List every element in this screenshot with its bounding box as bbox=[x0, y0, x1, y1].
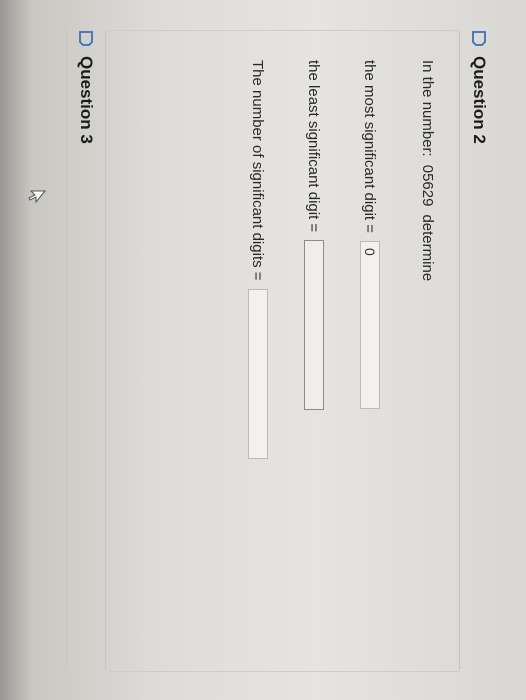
significant-count-input[interactable] bbox=[248, 288, 268, 459]
question-2-title: Question 2 bbox=[470, 56, 489, 144]
least-significant-label: the least significant digit = bbox=[305, 60, 323, 233]
least-significant-input[interactable] bbox=[304, 240, 324, 411]
least-significant-row: the least significant digit = bbox=[304, 60, 324, 411]
most-significant-label: the most significant digit = bbox=[361, 60, 379, 234]
prompt-suffix: determine bbox=[419, 214, 436, 282]
most-significant-row: the most significant digit = 0 bbox=[360, 60, 380, 410]
question-prompt: In the number: 05629 determine bbox=[419, 60, 436, 281]
significant-count-label: The number of significant digits = bbox=[249, 60, 267, 281]
prompt-number: 05629 bbox=[419, 164, 436, 207]
significant-count-row: The number of significant digits = bbox=[248, 60, 268, 459]
question-3-title: Question 3 bbox=[77, 56, 96, 144]
most-significant-input[interactable]: 0 bbox=[360, 241, 380, 410]
flag-outline-icon[interactable] bbox=[472, 30, 486, 46]
question-3-header[interactable]: Question 3 bbox=[66, 30, 106, 670]
flag-outline-icon[interactable] bbox=[79, 30, 93, 46]
question-2-header: Question 2 bbox=[459, 30, 498, 670]
mouse-pointer-icon bbox=[23, 190, 47, 204]
question-2-panel bbox=[106, 30, 460, 672]
prompt-text: In the number: bbox=[419, 60, 436, 157]
rotated-screen: Question 2 In the number: 05629 determin… bbox=[0, 0, 526, 700]
